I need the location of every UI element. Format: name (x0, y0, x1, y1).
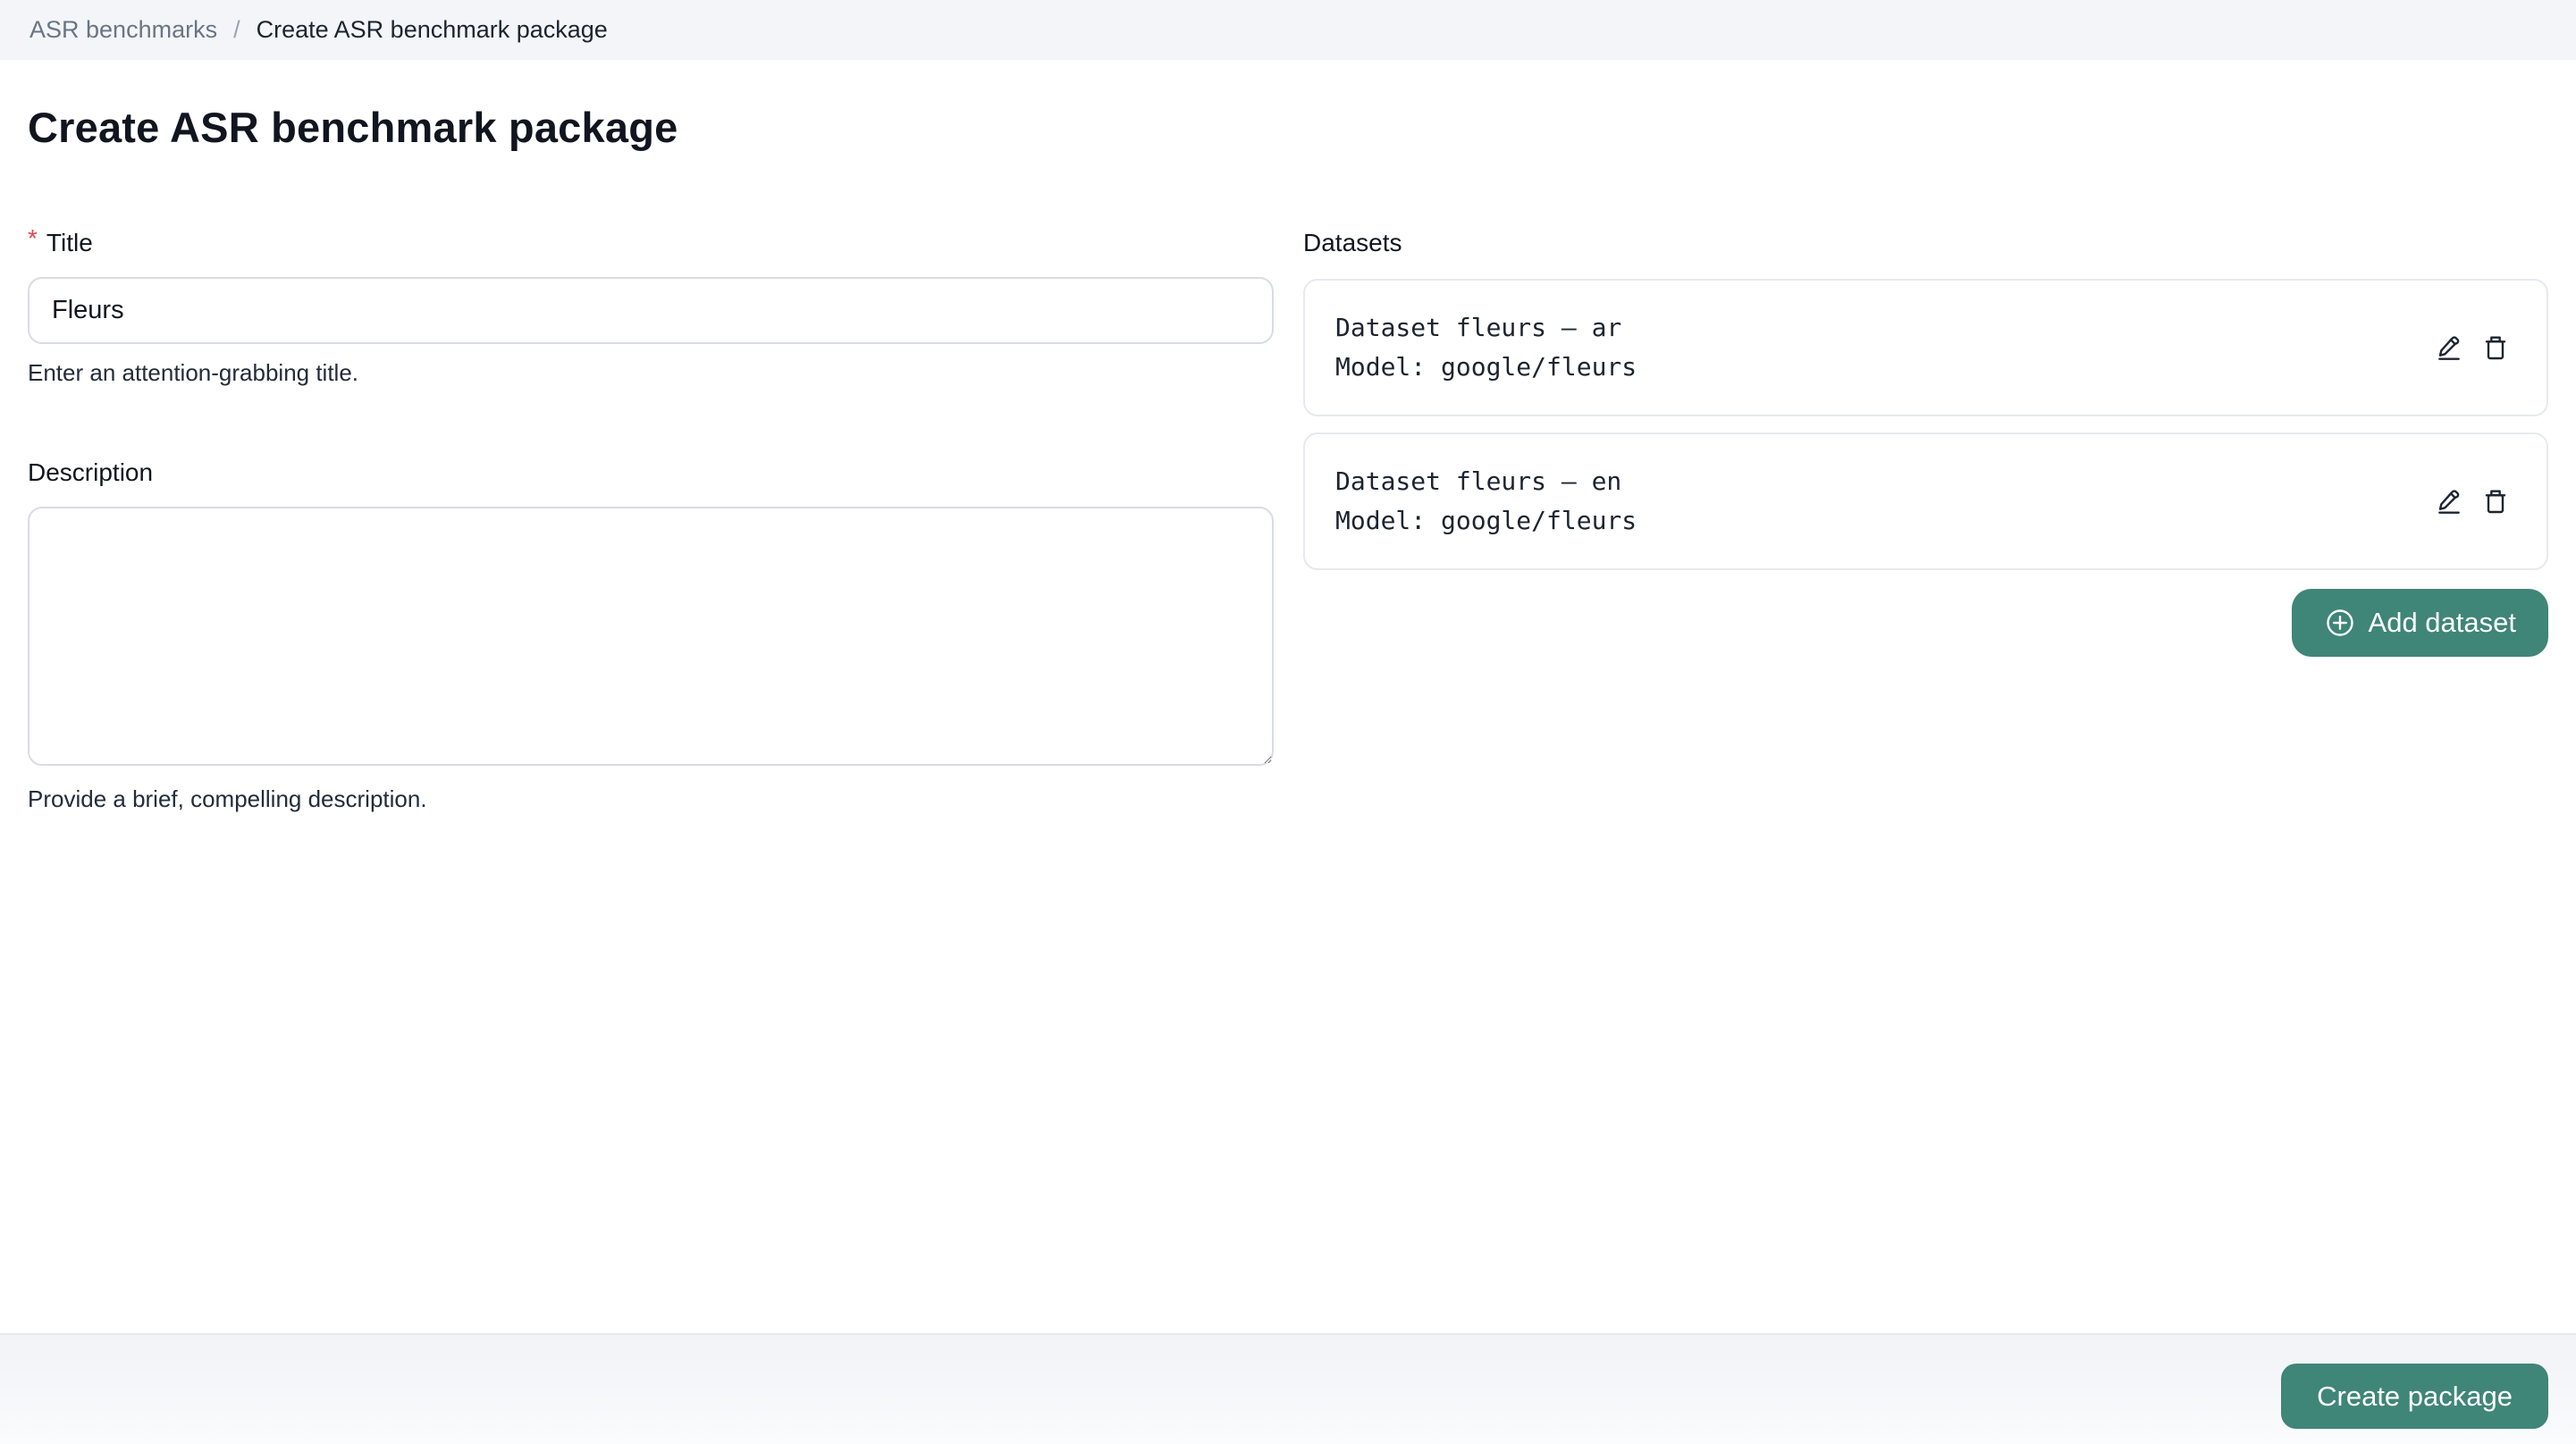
description-label-row: Description (28, 458, 1274, 487)
dataset-card-actions (2434, 332, 2511, 363)
description-helper-text: Provide a brief, compelling description. (28, 785, 1274, 813)
dataset-card-actions (2434, 486, 2511, 516)
breadcrumb: ASR benchmarks / Create ASR benchmark pa… (0, 0, 2576, 60)
title-helper-text: Enter an attention-grabbing title. (28, 359, 1274, 387)
title-input[interactable] (28, 277, 1274, 344)
delete-dataset-button[interactable] (2480, 332, 2511, 363)
main-content: * Title Enter an attention-grabbing titl… (0, 229, 2576, 813)
title-field-group: * Title Enter an attention-grabbing titl… (28, 229, 1274, 387)
dataset-card: Dataset fleurs — ar Model: google/fleurs (1303, 279, 2548, 416)
breadcrumb-separator: / (233, 16, 240, 44)
dataset-list: Dataset fleurs — ar Model: google/fleurs (1303, 279, 2548, 570)
datasets-heading: Datasets (1303, 229, 2548, 257)
plus-circle-icon (2324, 607, 2356, 639)
dataset-name-line: Dataset fleurs — en (1335, 462, 1637, 501)
description-field-group: Description Provide a brief, compelling … (28, 458, 1274, 813)
page-title: Create ASR benchmark package (28, 103, 2576, 152)
dataset-card: Dataset fleurs — en Model: google/fleurs (1303, 432, 2548, 570)
edit-dataset-button[interactable] (2434, 486, 2464, 516)
dataset-card-text: Dataset fleurs — ar Model: google/fleurs (1335, 308, 1637, 387)
delete-dataset-button[interactable] (2480, 486, 2511, 516)
required-asterisk: * (28, 225, 38, 253)
footer-bar: Create package (0, 1333, 2576, 1444)
trash-icon (2481, 333, 2510, 362)
datasets-section: Datasets Dataset fleurs — ar Model: goog… (1303, 229, 2548, 813)
create-package-button[interactable]: Create package (2281, 1364, 2548, 1429)
description-field-label: Description (28, 458, 153, 487)
dataset-card-text: Dataset fleurs — en Model: google/fleurs (1335, 462, 1637, 541)
breadcrumb-parent-link[interactable]: ASR benchmarks (29, 16, 217, 44)
dataset-model-line: Model: google/fleurs (1335, 501, 1637, 541)
edit-dataset-button[interactable] (2434, 332, 2464, 363)
title-label-row: * Title (28, 229, 1274, 257)
add-dataset-button[interactable]: Add dataset (2292, 589, 2548, 657)
title-field-label: Title (46, 229, 93, 257)
dataset-name-line: Dataset fleurs — ar (1335, 308, 1637, 348)
pencil-edit-icon (2435, 487, 2463, 516)
trash-icon (2481, 487, 2510, 516)
description-textarea[interactable] (28, 507, 1274, 766)
add-dataset-row: Add dataset (1303, 589, 2548, 657)
dataset-model-line: Model: google/fleurs (1335, 348, 1637, 387)
add-dataset-label: Add dataset (2369, 607, 2516, 639)
pencil-edit-icon (2435, 333, 2463, 362)
package-form: * Title Enter an attention-grabbing titl… (28, 229, 1274, 813)
breadcrumb-current: Create ASR benchmark package (257, 16, 608, 44)
